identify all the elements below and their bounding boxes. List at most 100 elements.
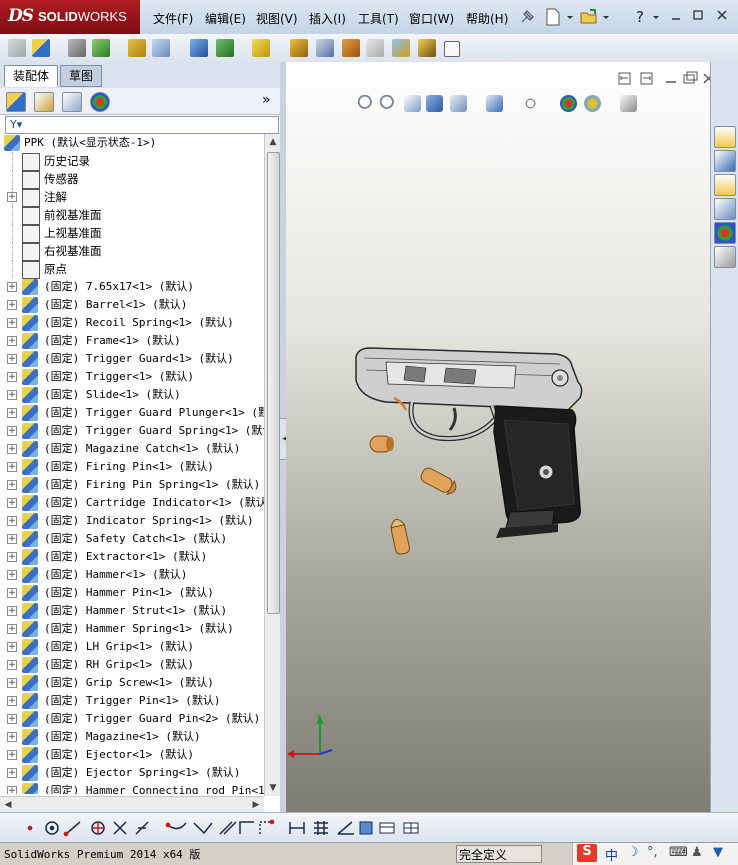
exploded-view-icon[interactable] (342, 39, 360, 57)
cartridge-round-1[interactable] (364, 432, 404, 458)
tree-component-row[interactable]: + (固定) Indicator Spring<1> (默认) (0, 512, 264, 530)
expand-toggle-icon[interactable]: + (7, 408, 17, 418)
expand-toggle-icon[interactable]: + (7, 606, 17, 616)
cartridge-round-3[interactable] (384, 514, 416, 560)
tree-feature-row[interactable]: 传感器 (0, 170, 264, 189)
menu-view[interactable]: 视图(V) (256, 10, 298, 27)
expand-toggle-icon[interactable]: + (7, 534, 17, 544)
menu-help[interactable]: 帮助(H) (466, 10, 508, 27)
expand-toggle-icon[interactable]: + (7, 336, 17, 346)
chevron-down-icon[interactable] (566, 8, 574, 26)
tree-component-row[interactable]: + (固定) Magazine<1> (默认) (0, 728, 264, 746)
sketch-tools-strip[interactable] (8, 817, 448, 839)
explode-line-sketch-icon[interactable] (366, 39, 384, 57)
tree-feature-row[interactable]: 前视基准面 (0, 206, 264, 225)
keyboard-icon[interactable]: ⌨ (669, 845, 688, 860)
expand-toggle-icon[interactable]: + (7, 192, 17, 202)
expand-toggle-icon[interactable]: + (7, 678, 17, 688)
view-orientation-icon[interactable] (450, 95, 467, 112)
scroll-up-icon[interactable]: ▲ (265, 134, 281, 150)
tree-component-row[interactable]: + (固定) Safety Catch<1> (默认) (0, 530, 264, 548)
view-palette-icon[interactable] (714, 198, 736, 220)
tree-component-row[interactable]: + (固定) Grip Screw<1> (默认) (0, 674, 264, 692)
expand-toggle-icon[interactable]: + (7, 390, 17, 400)
expand-toggle-icon[interactable]: + (7, 282, 17, 292)
tree-vertical-scrollbar[interactable]: ▲ ▼ (264, 134, 281, 796)
tree-component-row[interactable]: + (固定) Firing Pin<1> (默认) (0, 458, 264, 476)
menu-window[interactable]: 窗口(W) (409, 10, 454, 27)
new-motion-study-icon[interactable] (290, 39, 308, 57)
new-document-icon[interactable] (544, 8, 562, 26)
tab-sketch[interactable]: 草图 (60, 65, 103, 87)
edit-appearance-icon[interactable] (560, 95, 577, 112)
tree-component-row[interactable]: + (固定) Trigger Guard<1> (默认) (0, 350, 264, 368)
expand-toggle-icon[interactable]: + (7, 732, 17, 742)
expand-toggle-icon[interactable]: + (7, 552, 17, 562)
section-view-icon[interactable] (426, 95, 443, 112)
menu-tools[interactable]: 工具(T) (358, 10, 399, 27)
tree-component-row[interactable]: + (固定) Slide<1> (默认) (0, 386, 264, 404)
bill-of-materials-icon[interactable] (316, 39, 334, 57)
minimize-icon[interactable] (668, 8, 684, 22)
tree-component-row[interactable]: + (固定) Trigger Guard Pin<2> (默认) (0, 710, 264, 728)
tree-horizontal-scrollbar[interactable]: ◀ ▶ (0, 796, 264, 813)
scroll-left-icon[interactable]: ◀ (0, 797, 16, 813)
expand-toggle-icon[interactable]: + (7, 318, 17, 328)
property-manager-tab-icon[interactable] (34, 92, 54, 112)
view-settings-icon[interactable] (620, 95, 637, 112)
tree-feature-row[interactable]: + 注解 (0, 188, 264, 207)
help-icon[interactable]: ? (632, 8, 650, 26)
tree-component-row[interactable]: + (固定) Ejector Spring<1> (默认) (0, 764, 264, 782)
close-icon[interactable] (714, 8, 730, 22)
hide-show-items-icon[interactable] (522, 95, 539, 112)
menu-insert[interactable]: 插入(I) (309, 10, 346, 27)
tab-assembly[interactable]: 装配体 (4, 65, 59, 87)
tree-feature-row[interactable]: 上视基准面 (0, 224, 264, 243)
linear-pattern-icon[interactable] (92, 39, 110, 57)
chevron-down-icon[interactable] (602, 8, 610, 26)
panel-expand-icon[interactable]: » (262, 92, 271, 108)
half-width-moon-icon[interactable]: ☽ (627, 845, 639, 860)
expand-toggle-icon[interactable]: + (7, 588, 17, 598)
expand-toggle-icon[interactable]: + (7, 768, 17, 778)
tree-root-row[interactable]: PPK (默认<显示状态-1>) (0, 134, 264, 152)
interference-detection-icon[interactable] (392, 39, 410, 57)
previous-view-icon[interactable] (404, 95, 421, 112)
expand-toggle-icon[interactable]: + (7, 786, 17, 794)
show-hidden-components-icon[interactable] (190, 39, 208, 57)
smart-fasteners-icon[interactable] (128, 39, 146, 57)
restore-icon[interactable] (690, 8, 706, 22)
sogou-ime-icon[interactable]: S (577, 844, 597, 862)
user-icon[interactable]: ♟ (691, 845, 703, 860)
expand-toggle-icon[interactable]: + (7, 444, 17, 454)
zoom-to-fit-icon[interactable] (358, 95, 375, 112)
tree-component-row[interactable]: + (固定) Hammer Pin<1> (默认) (0, 584, 264, 602)
tree-component-row[interactable]: + (固定) Trigger Guard Spring<1> (默认) (0, 422, 264, 440)
open-folder-icon[interactable] (580, 8, 598, 26)
solidworks-logo[interactable]: DS SOLIDWORKS (0, 0, 140, 34)
tree-component-row[interactable]: + (固定) Hammer Strut<1> (默认) (0, 602, 264, 620)
tree-filter-input[interactable]: Y▾ (5, 116, 279, 134)
tree-component-row[interactable]: + (固定) Frame<1> (默认) (0, 332, 264, 350)
tree-component-row[interactable]: + (固定) Trigger<1> (默认) (0, 368, 264, 386)
tree-component-row[interactable]: + (固定) Trigger Guard Plunger<1> (默认 (0, 404, 264, 422)
tree-component-row[interactable]: + (固定) Recoil Spring<1> (默认) (0, 314, 264, 332)
tree-component-row[interactable]: + (固定) Hammer Spring<1> (默认) (0, 620, 264, 638)
expand-toggle-icon[interactable]: + (7, 300, 17, 310)
zoom-to-area-icon[interactable] (380, 95, 397, 112)
tree-component-row[interactable]: + (固定) RH Grip<1> (默认) (0, 656, 264, 674)
appearances-icon[interactable] (714, 222, 736, 244)
ime-language-label[interactable]: 中 (605, 845, 618, 864)
display-style-icon[interactable] (486, 95, 503, 112)
edit-component-icon[interactable] (8, 39, 26, 57)
tree-component-row[interactable]: + (固定) Barrel<1> (默认) (0, 296, 264, 314)
tree-component-row[interactable]: + (固定) Trigger Pin<1> (默认) (0, 692, 264, 710)
expand-toggle-icon[interactable]: + (7, 462, 17, 472)
tools-shirt-icon[interactable]: ▼ (713, 845, 723, 860)
tree-component-row[interactable]: + (固定) Magazine Catch<1> (默认) (0, 440, 264, 458)
tree-component-row[interactable]: + (固定) Hammer<1> (默认) (0, 566, 264, 584)
tree-component-row[interactable]: + (固定) Extractor<1> (默认) (0, 548, 264, 566)
tree-component-row[interactable]: + (固定) Hammer Connecting rod Pin<1> (0, 782, 264, 794)
tree-feature-row[interactable]: 原点 (0, 260, 264, 279)
expand-toggle-icon[interactable]: + (7, 624, 17, 634)
